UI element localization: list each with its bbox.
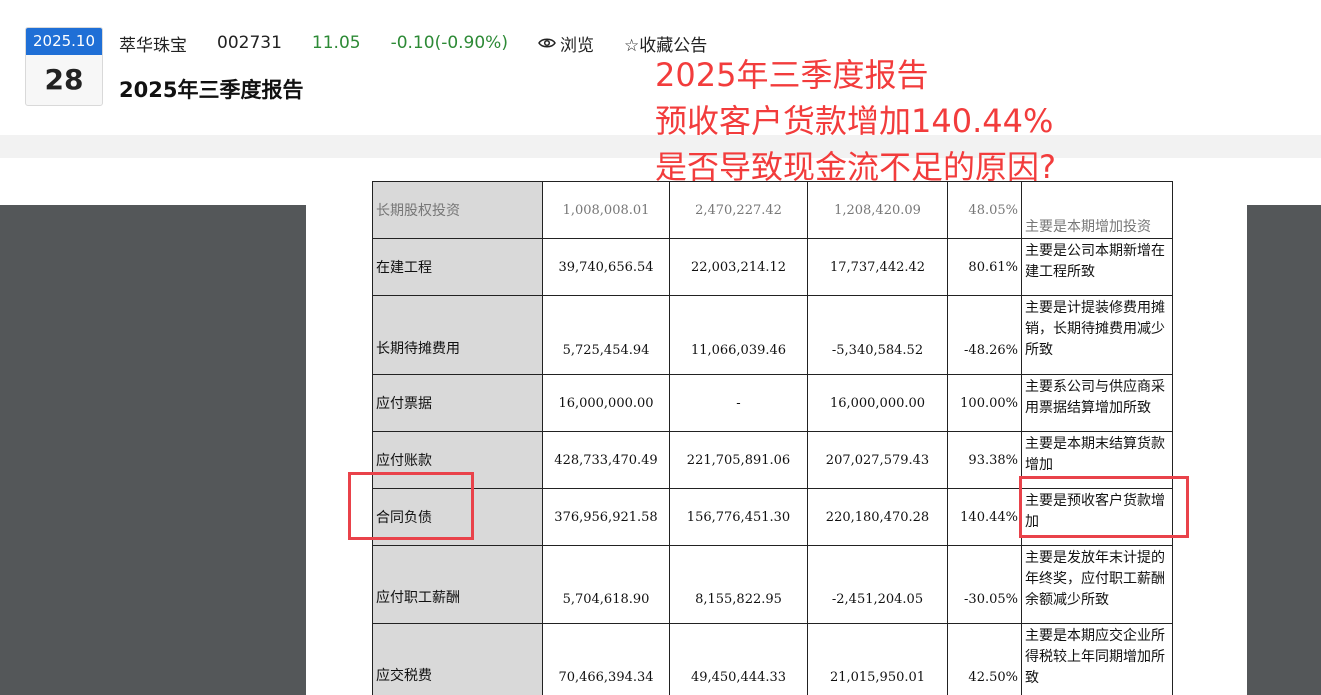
cell-change-pct: 42.50% [947, 623, 1022, 695]
cell-previous: 11,066,039.46 [669, 295, 808, 375]
cell-change-amount: 21,015,950.01 [807, 623, 948, 695]
annotation-line-3: 是否导致现金流不足的原因? [655, 148, 1056, 186]
stock-code: 002731 [217, 33, 282, 53]
pdf-viewer[interactable]: 长期股权投资 1,008,008.01 2,470,227.42 1,208,4… [0, 181, 1321, 695]
stock-name-link[interactable]: 萃华珠宝 [119, 31, 187, 56]
table-row-highlighted: 合同负债 376,956,921.58 156,776,451.30 220,1… [372, 488, 1173, 546]
row-label: 应付账款 [372, 431, 543, 489]
cell-change-amount: -5,340,584.52 [807, 295, 948, 375]
cell-reason: 主要是预收客户货款增加 [1021, 488, 1173, 546]
cell-change-amount: 16,000,000.00 [807, 374, 948, 432]
stock-meta-row: 萃华珠宝 002731 11.05 -0.10(-0.90%) 浏览 ☆收藏公告 [119, 30, 707, 56]
row-label: 长期待摊费用 [372, 295, 543, 375]
annotation-line-2: 预收客户货款增加140.44% [655, 102, 1054, 140]
cell-change-pct: -48.26% [947, 295, 1022, 375]
cell-previous: 8,155,822.95 [669, 545, 808, 624]
browse-button[interactable]: 浏览 [538, 31, 594, 56]
date-badge: 2025.10 28 [25, 27, 103, 106]
cell-reason: 主要是本期应交企业所得税较上年同期增加所致 [1021, 623, 1173, 695]
cell-current: 376,956,921.58 [542, 488, 670, 546]
browse-label: 浏览 [559, 35, 594, 56]
cell-change-amount: 207,027,579.43 [807, 431, 948, 489]
cell-change-amount: 1,208,420.09 [807, 181, 948, 239]
red-annotation: 2025年三季度报告 预收客户货款增加140.44% 是否导致现金流不足的原因? [655, 52, 1056, 190]
cell-change-pct: 48.05% [947, 181, 1022, 239]
cell-previous: 156,776,451.30 [669, 488, 808, 546]
stock-price: 11.05 [311, 33, 361, 53]
report-title: 2025年三季度报告 [119, 78, 304, 102]
cell-change-pct: 93.38% [947, 431, 1022, 489]
table-row: 应付职工薪酬 5,704,618.90 8,155,822.95 -2,451,… [372, 545, 1173, 624]
page-root: 2025.10 28 萃华珠宝 002731 11.05 -0.10(-0.90… [0, 0, 1321, 695]
date-month: 2025.10 [26, 28, 102, 55]
stock-change: -0.10(-0.90%) [390, 33, 508, 53]
cell-reason: 主要是公司本期新增在建工程所致 [1021, 238, 1173, 296]
balance-change-table: 长期股权投资 1,008,008.01 2,470,227.42 1,208,4… [372, 181, 1173, 695]
cell-current: 1,008,008.01 [542, 181, 670, 239]
table-row: 应交税费 70,466,394.34 49,450,444.33 21,015,… [372, 623, 1173, 695]
cell-current: 5,704,618.90 [542, 545, 670, 624]
row-label: 长期股权投资 [372, 181, 543, 239]
date-day: 28 [44, 63, 84, 96]
row-label: 应付票据 [372, 374, 543, 432]
cell-previous: 49,450,444.33 [669, 623, 808, 695]
cell-reason: 主要是发放年末计提的年终奖，应付职工薪酬余额减少所致 [1021, 545, 1173, 624]
table-row: 应付账款 428,733,470.49 221,705,891.06 207,0… [372, 431, 1173, 489]
cell-change-pct: -30.05% [947, 545, 1022, 624]
cell-change-amount: 220,180,470.28 [807, 488, 948, 546]
row-label: 合同负债 [372, 488, 543, 546]
cell-current: 428,733,470.49 [542, 431, 670, 489]
cell-change-pct: 140.44% [947, 488, 1022, 546]
row-label: 应付职工薪酬 [372, 545, 543, 624]
cell-change-pct: 100.00% [947, 374, 1022, 432]
cell-current: 70,466,394.34 [542, 623, 670, 695]
eye-icon [538, 38, 556, 48]
table-row: 长期股权投资 1,008,008.01 2,470,227.42 1,208,4… [372, 181, 1173, 239]
table-row: 应付票据 16,000,000.00 - 16,000,000.00 100.0… [372, 374, 1173, 432]
cell-change-amount: 17,737,442.42 [807, 238, 948, 296]
table-row: 长期待摊费用 5,725,454.94 11,066,039.46 -5,340… [372, 295, 1173, 375]
cell-change-amount: -2,451,204.05 [807, 545, 948, 624]
cell-previous: - [669, 374, 808, 432]
cell-reason: 主要是本期增加投资 [1021, 181, 1173, 239]
cell-reason: 主要是本期末结算货款增加 [1021, 431, 1173, 489]
pdf-page: 长期股权投资 1,008,008.01 2,470,227.42 1,208,4… [306, 181, 1247, 695]
cell-current: 39,740,656.54 [542, 238, 670, 296]
row-label: 应交税费 [372, 623, 543, 695]
cell-reason: 主要是计提装修费用摊销，长期待摊费用减少所致 [1021, 295, 1173, 375]
cell-reason: 主要系公司与供应商采用票据结算增加所致 [1021, 374, 1173, 432]
annotation-line-1: 2025年三季度报告 [655, 56, 929, 94]
cell-previous: 2,470,227.42 [669, 181, 808, 239]
table-row: 在建工程 39,740,656.54 22,003,214.12 17,737,… [372, 238, 1173, 296]
cell-previous: 22,003,214.12 [669, 238, 808, 296]
row-label: 在建工程 [372, 238, 543, 296]
cell-change-pct: 80.61% [947, 238, 1022, 296]
cell-previous: 221,705,891.06 [669, 431, 808, 489]
cell-current: 16,000,000.00 [542, 374, 670, 432]
cell-current: 5,725,454.94 [542, 295, 670, 375]
